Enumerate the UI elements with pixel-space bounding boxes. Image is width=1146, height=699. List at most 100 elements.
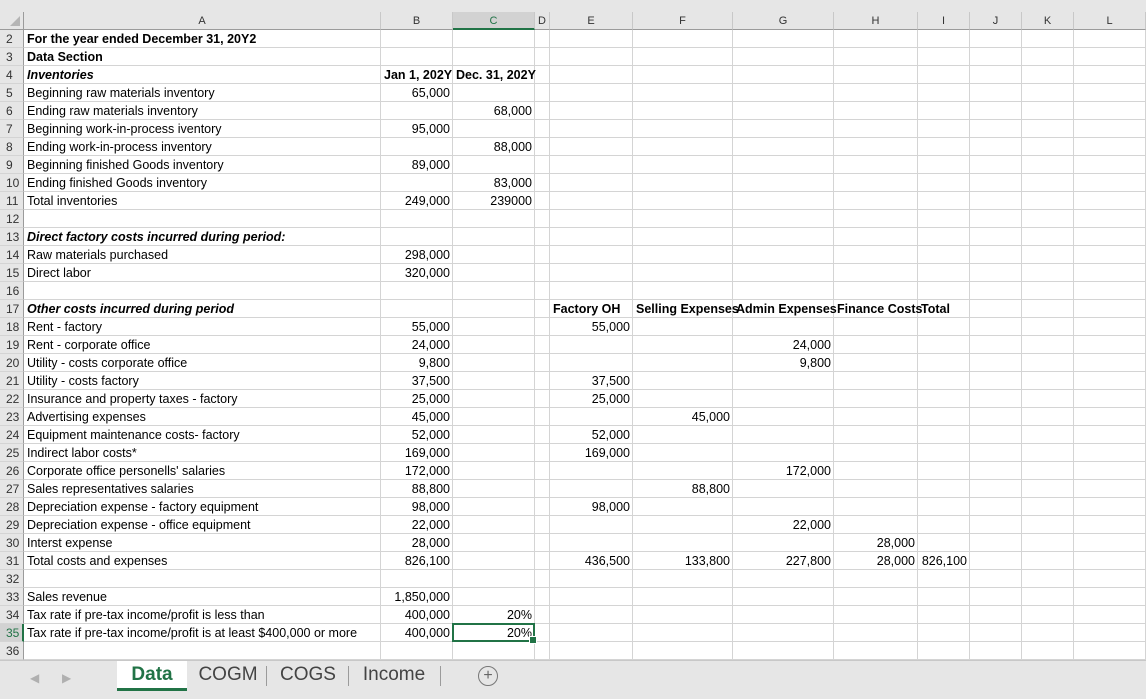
add-sheet-plus-icon[interactable]: + [478, 666, 498, 686]
row-header-17[interactable]: 17 [0, 300, 24, 318]
cell-b22[interactable]: 25,000 [381, 390, 453, 408]
row-header-22[interactable]: 22 [0, 390, 24, 408]
cell-h17[interactable]: Finance Costs [834, 300, 922, 318]
cell-b4[interactable]: Jan 1, 202Y [381, 66, 453, 84]
row-header-27[interactable]: 27 [0, 480, 24, 498]
cell-b31[interactable]: 826,100 [381, 552, 453, 570]
cell-a10[interactable]: Ending finished Goods inventory [24, 174, 381, 192]
cell-b25[interactable]: 169,000 [381, 444, 453, 462]
cell-a2[interactable]: For the year ended December 31, 20Y2 [24, 30, 381, 48]
cell-c8[interactable]: 88,000 [453, 138, 535, 156]
row-header-24[interactable]: 24 [0, 426, 24, 444]
cell-c4[interactable]: Dec. 31, 202Y [453, 66, 536, 84]
cell-b33[interactable]: 1,850,000 [381, 588, 453, 606]
spreadsheet-grid[interactable]: ABCDEFGHIJKL 2 3 4 5 6 7 8 9 10 11 12 13 14 15 16 17 18 1… [0, 0, 1146, 678]
cell-e25[interactable]: 169,000 [550, 444, 633, 462]
cell-c11[interactable]: 239000 [453, 192, 535, 210]
column-header-j[interactable]: J [970, 12, 1022, 30]
row-header-8[interactable]: 8 [0, 138, 24, 156]
cell-h31[interactable]: 28,000 [834, 552, 918, 570]
prev-sheet-arrow-icon[interactable]: ◀ [30, 671, 39, 685]
cell-i31[interactable]: 826,100 [918, 552, 970, 570]
cell-b9[interactable]: 89,000 [381, 156, 453, 174]
cell-f27[interactable]: 88,800 [633, 480, 733, 498]
cell-a29[interactable]: Depreciation expense - office equipment [24, 516, 381, 534]
row-header-15[interactable]: 15 [0, 264, 24, 282]
sheet-tab-cogm[interactable]: COGM [192, 661, 264, 691]
row-header-30[interactable]: 30 [0, 534, 24, 552]
cell-a13[interactable]: Direct factory costs incurred during per… [24, 228, 381, 246]
sheet-tab-data[interactable]: Data [117, 661, 187, 691]
cell-b20[interactable]: 9,800 [381, 354, 453, 372]
row-header-36[interactable]: 36 [0, 642, 24, 660]
row-header-21[interactable]: 21 [0, 372, 24, 390]
cell-a6[interactable]: Ending raw materials inventory [24, 102, 381, 120]
cell-b7[interactable]: 95,000 [381, 120, 453, 138]
cell-g29[interactable]: 22,000 [733, 516, 834, 534]
cell-f23[interactable]: 45,000 [633, 408, 733, 426]
column-header-e[interactable]: E [550, 12, 633, 30]
next-sheet-arrow-icon[interactable]: ▶ [62, 671, 71, 685]
cell-b21[interactable]: 37,500 [381, 372, 453, 390]
cell-e22[interactable]: 25,000 [550, 390, 633, 408]
cell-b11[interactable]: 249,000 [381, 192, 453, 210]
cell-a33[interactable]: Sales revenue [24, 588, 381, 606]
cell-c10[interactable]: 83,000 [453, 174, 535, 192]
cell-a35[interactable]: Tax rate if pre-tax income/profit is at … [24, 624, 381, 642]
cell-g20[interactable]: 9,800 [733, 354, 834, 372]
cell-a20[interactable]: Utility - costs corporate office [24, 354, 381, 372]
cell-c34[interactable]: 20% [453, 606, 535, 624]
cell-b34[interactable]: 400,000 [381, 606, 453, 624]
cell-a17[interactable]: Other costs incurred during period [24, 300, 381, 318]
row-header-19[interactable]: 19 [0, 336, 24, 354]
row-header-11[interactable]: 11 [0, 192, 24, 210]
cell-a28[interactable]: Depreciation expense - factory equipment [24, 498, 381, 516]
row-header-18[interactable]: 18 [0, 318, 24, 336]
cell-a4[interactable]: Inventories [24, 66, 381, 84]
row-header-25[interactable]: 25 [0, 444, 24, 462]
cell-e24[interactable]: 52,000 [550, 426, 633, 444]
column-header-g[interactable]: G [733, 12, 834, 30]
cell-a27[interactable]: Sales representatives salaries [24, 480, 381, 498]
cell-a8[interactable]: Ending work-in-process inventory [24, 138, 381, 156]
cell-a11[interactable]: Total inventories [24, 192, 381, 210]
cell-f31[interactable]: 133,800 [633, 552, 733, 570]
cell-b15[interactable]: 320,000 [381, 264, 453, 282]
cell-a5[interactable]: Beginning raw materials inventory [24, 84, 381, 102]
cell-a19[interactable]: Rent - corporate office [24, 336, 381, 354]
row-header-23[interactable]: 23 [0, 408, 24, 426]
cell-g17[interactable]: Admin Expenses [733, 300, 837, 318]
row-header-31[interactable]: 31 [0, 552, 24, 570]
column-header-b[interactable]: B [381, 12, 453, 30]
column-header-f[interactable]: F [633, 12, 733, 30]
row-header-26[interactable]: 26 [0, 462, 24, 480]
cell-b28[interactable]: 98,000 [381, 498, 453, 516]
cell-b24[interactable]: 52,000 [381, 426, 453, 444]
cell-b26[interactable]: 172,000 [381, 462, 453, 480]
cell-g26[interactable]: 172,000 [733, 462, 834, 480]
column-header-h[interactable]: H [834, 12, 918, 30]
column-header-c[interactable]: C [453, 12, 535, 30]
select-all-corner[interactable] [0, 12, 24, 30]
cell-b5[interactable]: 65,000 [381, 84, 453, 102]
cell-e17[interactable]: Factory OH [550, 300, 633, 318]
cell-b18[interactable]: 55,000 [381, 318, 453, 336]
column-header-l[interactable]: L [1074, 12, 1146, 30]
row-header-16[interactable]: 16 [0, 282, 24, 300]
cell-a14[interactable]: Raw materials purchased [24, 246, 381, 264]
cell-b14[interactable]: 298,000 [381, 246, 453, 264]
cell-b29[interactable]: 22,000 [381, 516, 453, 534]
row-header-2[interactable]: 2 [0, 30, 24, 48]
cell-e31[interactable]: 436,500 [550, 552, 633, 570]
sheet-tab-cogs[interactable]: COGS [270, 661, 346, 691]
row-header-10[interactable]: 10 [0, 174, 24, 192]
row-header-34[interactable]: 34 [0, 606, 24, 624]
row-header-7[interactable]: 7 [0, 120, 24, 138]
cell-a24[interactable]: Equipment maintenance costs- factory [24, 426, 381, 444]
cell-a3[interactable]: Data Section [24, 48, 381, 66]
cell-a21[interactable]: Utility - costs factory [24, 372, 381, 390]
row-header-3[interactable]: 3 [0, 48, 24, 66]
fill-handle[interactable] [529, 636, 537, 644]
row-header-4[interactable]: 4 [0, 66, 24, 84]
cell-g19[interactable]: 24,000 [733, 336, 834, 354]
